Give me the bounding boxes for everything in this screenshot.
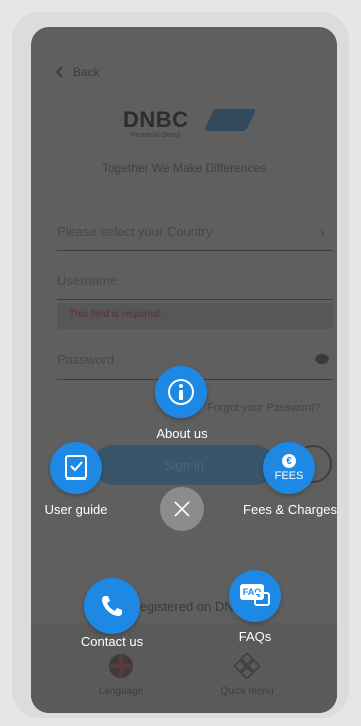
close-menu-button[interactable] xyxy=(160,487,204,531)
forgot-password-link[interactable]: Forgot your Password? xyxy=(207,402,321,414)
about-us-label[interactable]: About us xyxy=(147,426,217,441)
username-input[interactable]: Username xyxy=(57,273,333,288)
quick-menu-label: Quick menu xyxy=(220,686,274,697)
dnbc-logo: DNBC Financial Group xyxy=(123,107,257,147)
phone-icon xyxy=(102,596,122,616)
password-placeholder: Password xyxy=(57,352,115,367)
info-icon xyxy=(168,379,194,405)
username-placeholder: Username xyxy=(57,273,117,288)
about-us-button[interactable] xyxy=(155,366,207,418)
user-guide-label[interactable]: User guide xyxy=(26,502,126,517)
eye-icon[interactable] xyxy=(315,354,329,364)
faqs-button[interactable]: FAQ xyxy=(229,570,281,622)
tagline: Together We Make Differences xyxy=(101,161,267,175)
logo-subtext: Financial Group xyxy=(131,132,181,139)
quick-menu-icon xyxy=(233,652,261,680)
signin-label: Sign in xyxy=(164,457,204,473)
logo-text: DNBC xyxy=(123,107,189,132)
language-label: Language xyxy=(98,686,144,697)
euro-icon: € xyxy=(281,454,296,468)
uk-flag-icon xyxy=(109,654,133,678)
fees-charges-label[interactable]: Fees & Charges xyxy=(236,502,344,517)
faq-icon: FAQ xyxy=(240,584,270,608)
back-button[interactable]: Back xyxy=(53,65,100,79)
signin-button[interactable]: Sign in xyxy=(93,445,275,485)
close-icon xyxy=(174,501,190,517)
user-guide-button[interactable] xyxy=(50,442,102,494)
user-guide-icon xyxy=(65,455,87,480)
error-box: This field is required! xyxy=(57,303,333,329)
contact-us-button[interactable] xyxy=(84,578,140,634)
contact-us-label[interactable]: Contact us xyxy=(72,634,152,649)
faq-bubble-back xyxy=(254,592,270,606)
password-input[interactable]: Password xyxy=(57,352,333,367)
faqs-label[interactable]: FAQs xyxy=(225,629,285,644)
fees-icon-text: FEES xyxy=(274,470,304,482)
logo-shape xyxy=(203,109,257,131)
chevron-left-icon xyxy=(55,66,63,78)
back-label: Back xyxy=(73,65,100,79)
register-prompt[interactable]: Haven't registered on DNBC yet? xyxy=(31,599,337,614)
fees-icon: € FEES xyxy=(274,454,304,482)
nav-language[interactable]: Language xyxy=(61,653,181,697)
country-underline xyxy=(57,250,333,251)
country-select[interactable]: Please select your Country › xyxy=(57,224,333,240)
chevron-right-icon: › xyxy=(320,224,325,240)
fees-charges-button[interactable]: € FEES xyxy=(263,442,315,494)
country-placeholder: Please select your Country xyxy=(57,224,213,239)
username-error: This field is required! xyxy=(69,309,162,320)
nav-quick-menu[interactable]: Quick menu xyxy=(187,652,307,697)
username-underline xyxy=(57,299,333,300)
